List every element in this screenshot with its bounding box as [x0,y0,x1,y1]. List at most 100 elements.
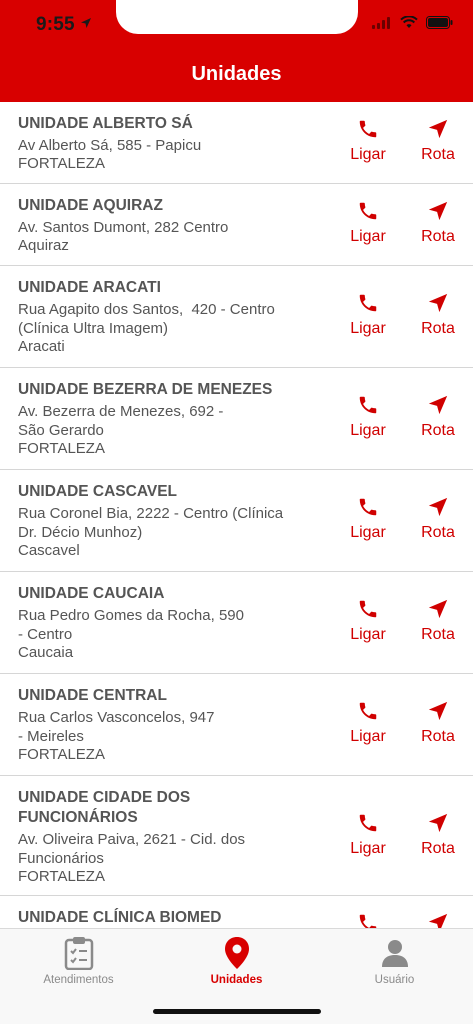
route-button[interactable]: Rota [408,700,468,746]
tab-label: Atendimentos [43,974,114,986]
route-label: Rota [421,422,455,439]
call-label: Ligar [350,626,386,643]
address-line: Av. Oliveira Paiva, 2621 - Cid. dos [18,831,246,848]
navigation-arrow-icon [428,701,448,721]
unit-city: FORTALEZA [18,440,105,457]
call-button[interactable]: Ligar [338,700,398,746]
navigation-arrow-icon [428,913,448,928]
address-line: (Clínica Ultra Imagem) [18,320,169,337]
device-notch [116,0,358,34]
call-button[interactable]: Ligar [338,200,398,246]
unit-name: UNIDADE BEZERRA DE MENEZES [18,381,273,398]
call-label: Ligar [350,228,386,245]
phone-icon [359,498,377,516]
unit-city: Caucaia [18,644,74,661]
call-button[interactable]: Ligar [338,118,398,164]
phone-icon [359,120,377,138]
route-button[interactable]: Rota [408,200,468,246]
unit-address: Av. Santos Dumont, 282 Centro [18,219,229,236]
phone-icon [359,294,377,312]
tab-label: Usuário [374,974,415,986]
route-label: Rota [421,626,455,643]
route-label: Rota [421,228,455,245]
unit-name: UNIDADE AQUIRAZ [18,197,163,214]
status-icons [372,16,453,29]
tab-usuario[interactable]: Usuário [316,935,473,986]
unit-name: UNIDADE CIDADE DOS FUNCIONÁRIOS [18,789,191,826]
unit-city: FORTALEZA [18,868,105,885]
tab-unidades[interactable]: Unidades [158,935,315,986]
unit-address: Av. Bezerra de Menezes, 692 - São Gerard… [18,402,318,440]
address-line: Rua Carlos Vasconcelos, 947 [18,709,215,726]
navigation-arrow-icon [428,201,448,221]
route-button[interactable] [408,912,468,928]
list-item: UNIDADE CLÍNICA BIOMED [0,896,473,928]
address-line: Rua Coronel Bia, 2222 - Centro (Clínica [18,505,284,522]
navigation-arrow-icon [428,293,448,313]
list-item: UNIDADE CASCAVEL Rua Coronel Bia, 2222 -… [0,470,473,572]
route-button[interactable]: Rota [408,598,468,644]
tab-label: Unidades [210,974,263,986]
unit-city: Cascavel [18,542,80,559]
unit-name: UNIDADE ARACATI [18,279,161,296]
page-title: Unidades [191,63,282,85]
navigation-arrow-icon [428,599,448,619]
unit-name: UNIDADE ALBERTO SÁ [18,115,193,132]
list-item: UNIDADE CENTRAL Rua Carlos Vasconcelos, … [0,674,473,776]
unit-name: UNIDADE CLÍNICA BIOMED [18,909,222,926]
header-bar: 9:55 Unidades [0,0,473,102]
route-label: Rota [421,146,455,163]
signal-icon [372,16,390,29]
route-button[interactable]: Rota [408,496,468,542]
phone-icon [359,702,377,720]
call-button[interactable]: Ligar [338,812,398,858]
call-button[interactable]: Ligar [338,496,398,542]
route-label: Rota [421,728,455,745]
phone-icon [359,600,377,618]
list-item: UNIDADE CAUCAIA Rua Pedro Gomes da Rocha… [0,572,473,674]
tab-atendimentos[interactable]: Atendimentos [0,935,157,986]
unit-name: UNIDADE CASCAVEL [18,483,178,500]
list-item: UNIDADE CIDADE DOS FUNCIONÁRIOS Av. Oliv… [0,776,473,896]
home-indicator[interactable] [153,1009,321,1014]
call-label: Ligar [350,320,386,337]
route-button[interactable]: Rota [408,812,468,858]
unit-city: FORTALEZA [18,155,105,172]
phone-icon [359,396,377,414]
phone-icon [359,814,377,832]
address-line: Rua Pedro Gomes da Rocha, 590 [18,607,244,624]
status-time: 9:55 [36,14,92,36]
call-button[interactable]: Ligar [338,394,398,440]
location-arrow-icon [81,18,92,28]
unit-name: UNIDADE CENTRAL [18,687,167,704]
address-line: - Centro [18,626,73,643]
route-label: Rota [421,524,455,541]
call-button[interactable] [338,912,398,928]
unit-city: Aracati [18,338,65,355]
user-icon [381,940,408,967]
call-label: Ligar [350,422,386,439]
units-list[interactable]: UNIDADE ALBERTO SÁ Av Alberto Sá, 585 - … [0,102,473,928]
call-label: Ligar [350,524,386,541]
navigation-arrow-icon [428,395,448,415]
address-line: - Meireles [18,728,84,745]
battery-icon [426,16,453,29]
call-button[interactable]: Ligar [338,292,398,338]
call-button[interactable]: Ligar [338,598,398,644]
list-item: UNIDADE ALBERTO SÁ Av Alberto Sá, 585 - … [0,102,473,184]
list-item: UNIDADE AQUIRAZ Av. Santos Dumont, 282 C… [0,184,473,266]
address-line: Funcionários [18,850,104,867]
call-label: Ligar [350,728,386,745]
navigation-arrow-icon [428,813,448,833]
unit-address: Rua Pedro Gomes da Rocha, 590 - Centro [18,606,318,644]
unit-address: Rua Coronel Bia, 2222 - Centro (Clínica … [18,504,318,542]
navigation-arrow-icon [428,119,448,139]
address-line: Av. Bezerra de Menezes, 692 - [18,403,224,420]
route-button[interactable]: Rota [408,118,468,164]
list-item: UNIDADE BEZERRA DE MENEZES Av. Bezerra d… [0,368,473,470]
route-button[interactable]: Rota [408,394,468,440]
wifi-icon [400,16,418,28]
navigation-arrow-icon [428,497,448,517]
route-button[interactable]: Rota [408,292,468,338]
map-pin-icon [224,937,249,969]
